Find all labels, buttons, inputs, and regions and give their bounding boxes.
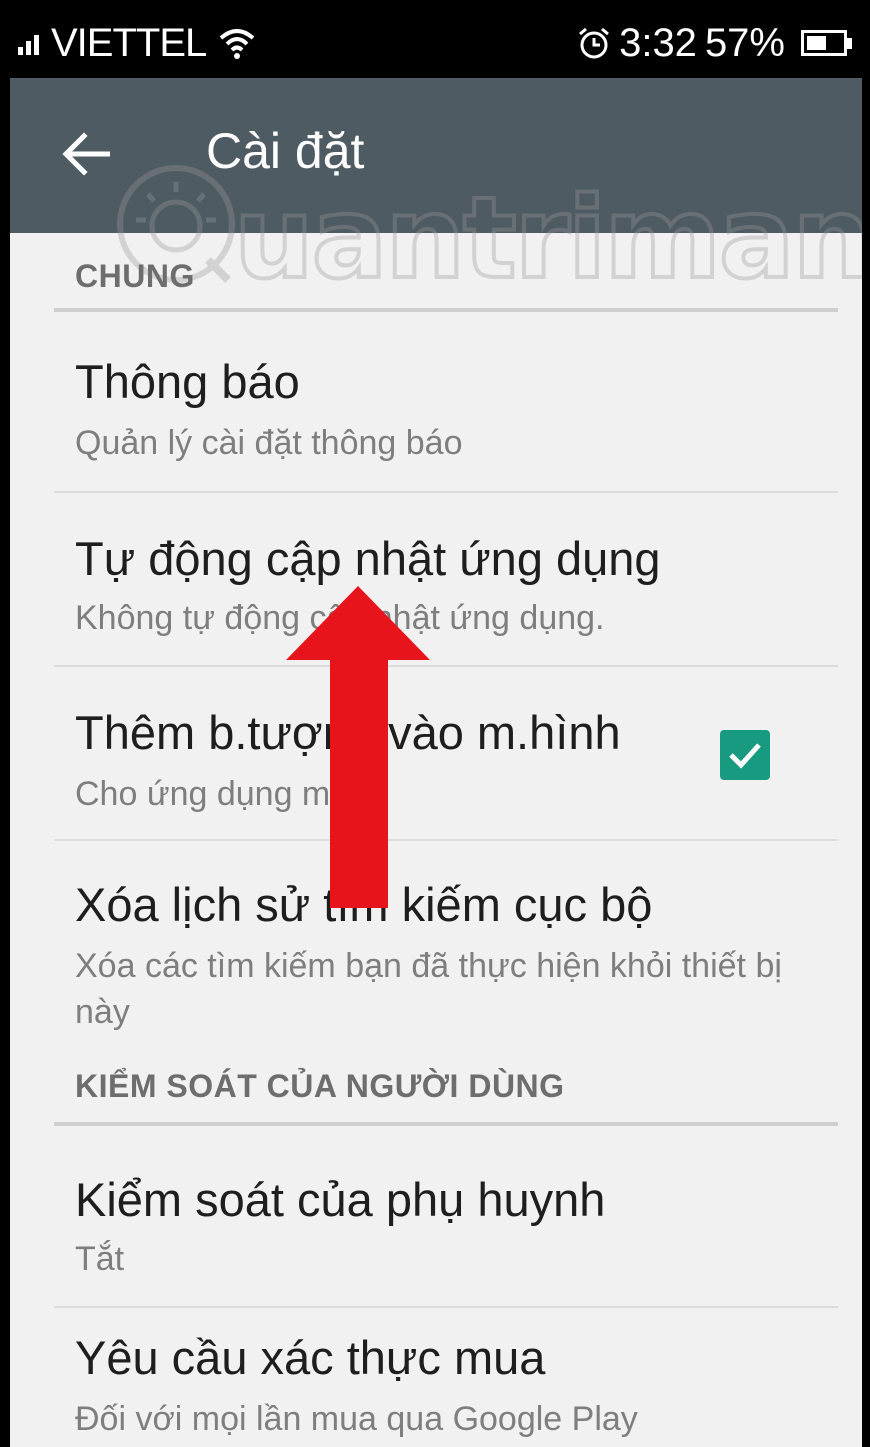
section-header-general: CHUNG bbox=[75, 258, 195, 294]
setting-subtitle: Đối với mọi lần mua qua Google Play bbox=[75, 1400, 638, 1438]
alarm-clock-icon bbox=[579, 27, 610, 59]
setting-subtitle: Tắt bbox=[75, 1240, 125, 1278]
setting-auto-update-apps[interactable]: Tự động cập nhật ứng dụng Không tự động … bbox=[10, 493, 862, 665]
setting-title: Tự động cập nhật ứng dụng bbox=[75, 532, 661, 585]
signal-strength-icon bbox=[18, 31, 39, 55]
red-annotation-arrow-icon bbox=[286, 586, 430, 908]
clock-time: 3:32 bbox=[619, 20, 697, 65]
phone-screen: VIETTEL 3:32 57% Cài đặt uantriman CHUNG… bbox=[10, 8, 862, 1447]
add-icon-checkbox[interactable] bbox=[720, 730, 770, 780]
setting-title: Yêu cầu xác thực mua bbox=[75, 1331, 546, 1384]
setting-subtitle: Không tự động cập nhật ứng dụng. bbox=[75, 599, 605, 637]
setting-subtitle: Xóa các tìm kiếm bạn đã thực hiện khỏi t… bbox=[75, 947, 782, 1031]
status-right: 3:32 57% bbox=[577, 21, 852, 66]
checkmark-icon bbox=[729, 743, 761, 769]
setting-title: Thông báo bbox=[75, 355, 300, 408]
app-toolbar: Cài đặt bbox=[10, 78, 862, 233]
status-left: VIETTEL bbox=[18, 21, 256, 66]
setting-subtitle: Quản lý cài đặt thông báo bbox=[75, 424, 463, 462]
battery-percent: 57% bbox=[704, 20, 785, 65]
setting-clear-search-history[interactable]: Xóa lịch sử tìm kiếm cục bộ Xóa các tìm … bbox=[10, 841, 862, 1056]
battery-icon bbox=[801, 30, 852, 56]
setting-parental-controls[interactable]: Kiểm soát của phụ huynh Tắt bbox=[10, 1126, 862, 1306]
back-arrow-icon[interactable] bbox=[62, 132, 110, 176]
page-title: Cài đặt bbox=[206, 123, 365, 179]
wifi-icon bbox=[219, 29, 255, 59]
setting-purchase-authentication[interactable]: Yêu cầu xác thực mua Đối với mọi lần mua… bbox=[10, 1308, 862, 1447]
carrier-name: VIETTEL bbox=[51, 20, 207, 65]
section-header-user-controls: KIỂM SOÁT CỦA NGƯỜI DÙNG bbox=[75, 1068, 565, 1104]
status-bar: VIETTEL 3:32 57% bbox=[10, 8, 862, 78]
setting-title: Kiểm soát của phụ huynh bbox=[75, 1173, 606, 1226]
setting-notifications[interactable]: Thông báo Quản lý cài đặt thông báo bbox=[10, 312, 862, 492]
setting-subtitle: Cho ứng dụng mới bbox=[75, 775, 361, 813]
